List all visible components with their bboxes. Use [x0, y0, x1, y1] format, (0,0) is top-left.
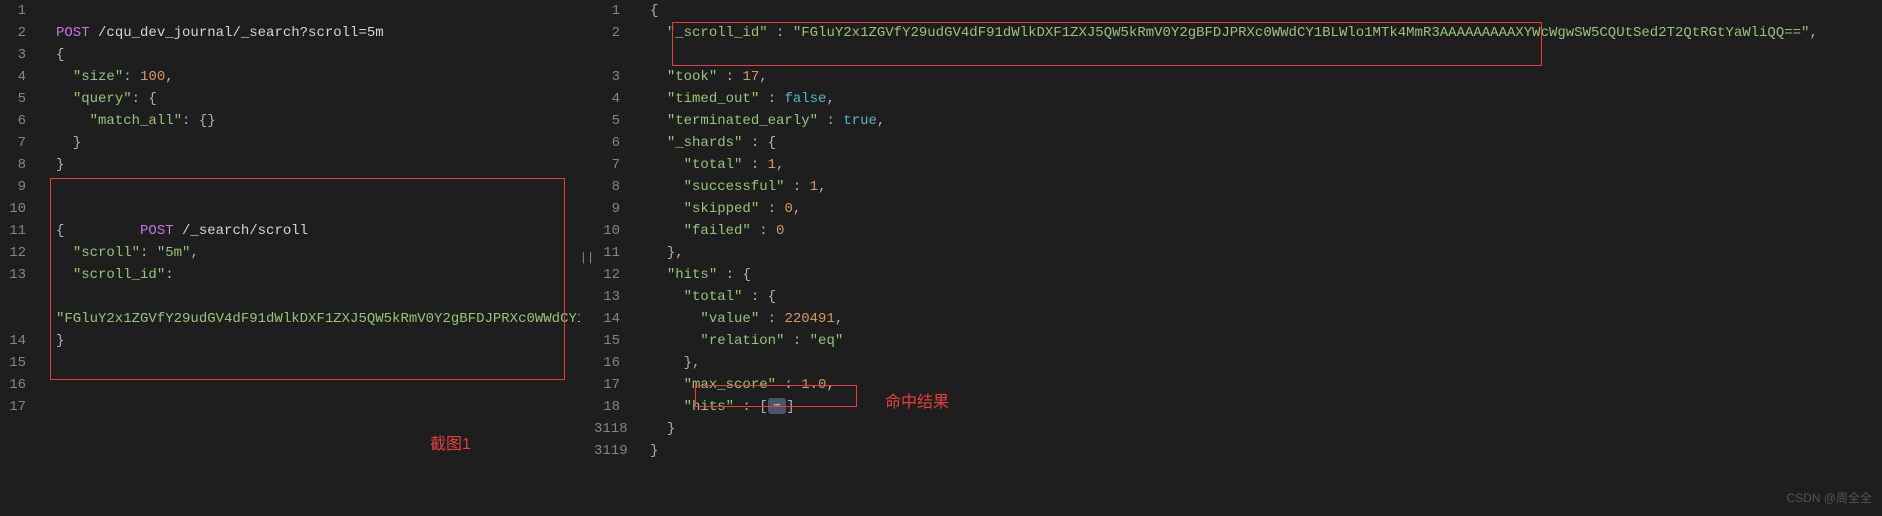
http-method: POST [140, 223, 174, 239]
panel-divider[interactable]: || [580, 0, 594, 516]
annotation-text: 命中结果 [885, 388, 949, 412]
collapsed-badge[interactable]: ⋯ [768, 398, 787, 414]
annotation-text: 截图1 [430, 430, 471, 454]
left-gutter: 1 2 3 4 5 6 7 8 9 10 11 12 13 14 15 16 1… [0, 0, 40, 516]
request-path: /cqu_dev_journal/_search?scroll=5m [98, 25, 384, 41]
right-content[interactable]: { "_scroll_id" : "FGluY2x1ZGVfY29udGV4dF… [634, 0, 1882, 516]
right-gutter: 1 2 3 4 5 6 7 8 9 10 11 12 13 14 15 16 1… [594, 0, 634, 516]
watermark: CSDN @周全全 [1786, 489, 1872, 506]
request-path: /_search/scroll [182, 223, 308, 239]
response-panel: 1 2 3 4 5 6 7 8 9 10 11 12 13 14 15 16 1… [594, 0, 1882, 516]
editor-container: 1 2 3 4 5 6 7 8 9 10 11 12 13 14 15 16 1… [0, 0, 1882, 516]
left-content[interactable]: POST /cqu_dev_journal/_search?scroll=5m … [40, 0, 580, 516]
http-method: POST [56, 25, 90, 41]
request-panel: 1 2 3 4 5 6 7 8 9 10 11 12 13 14 15 16 1… [0, 0, 580, 516]
